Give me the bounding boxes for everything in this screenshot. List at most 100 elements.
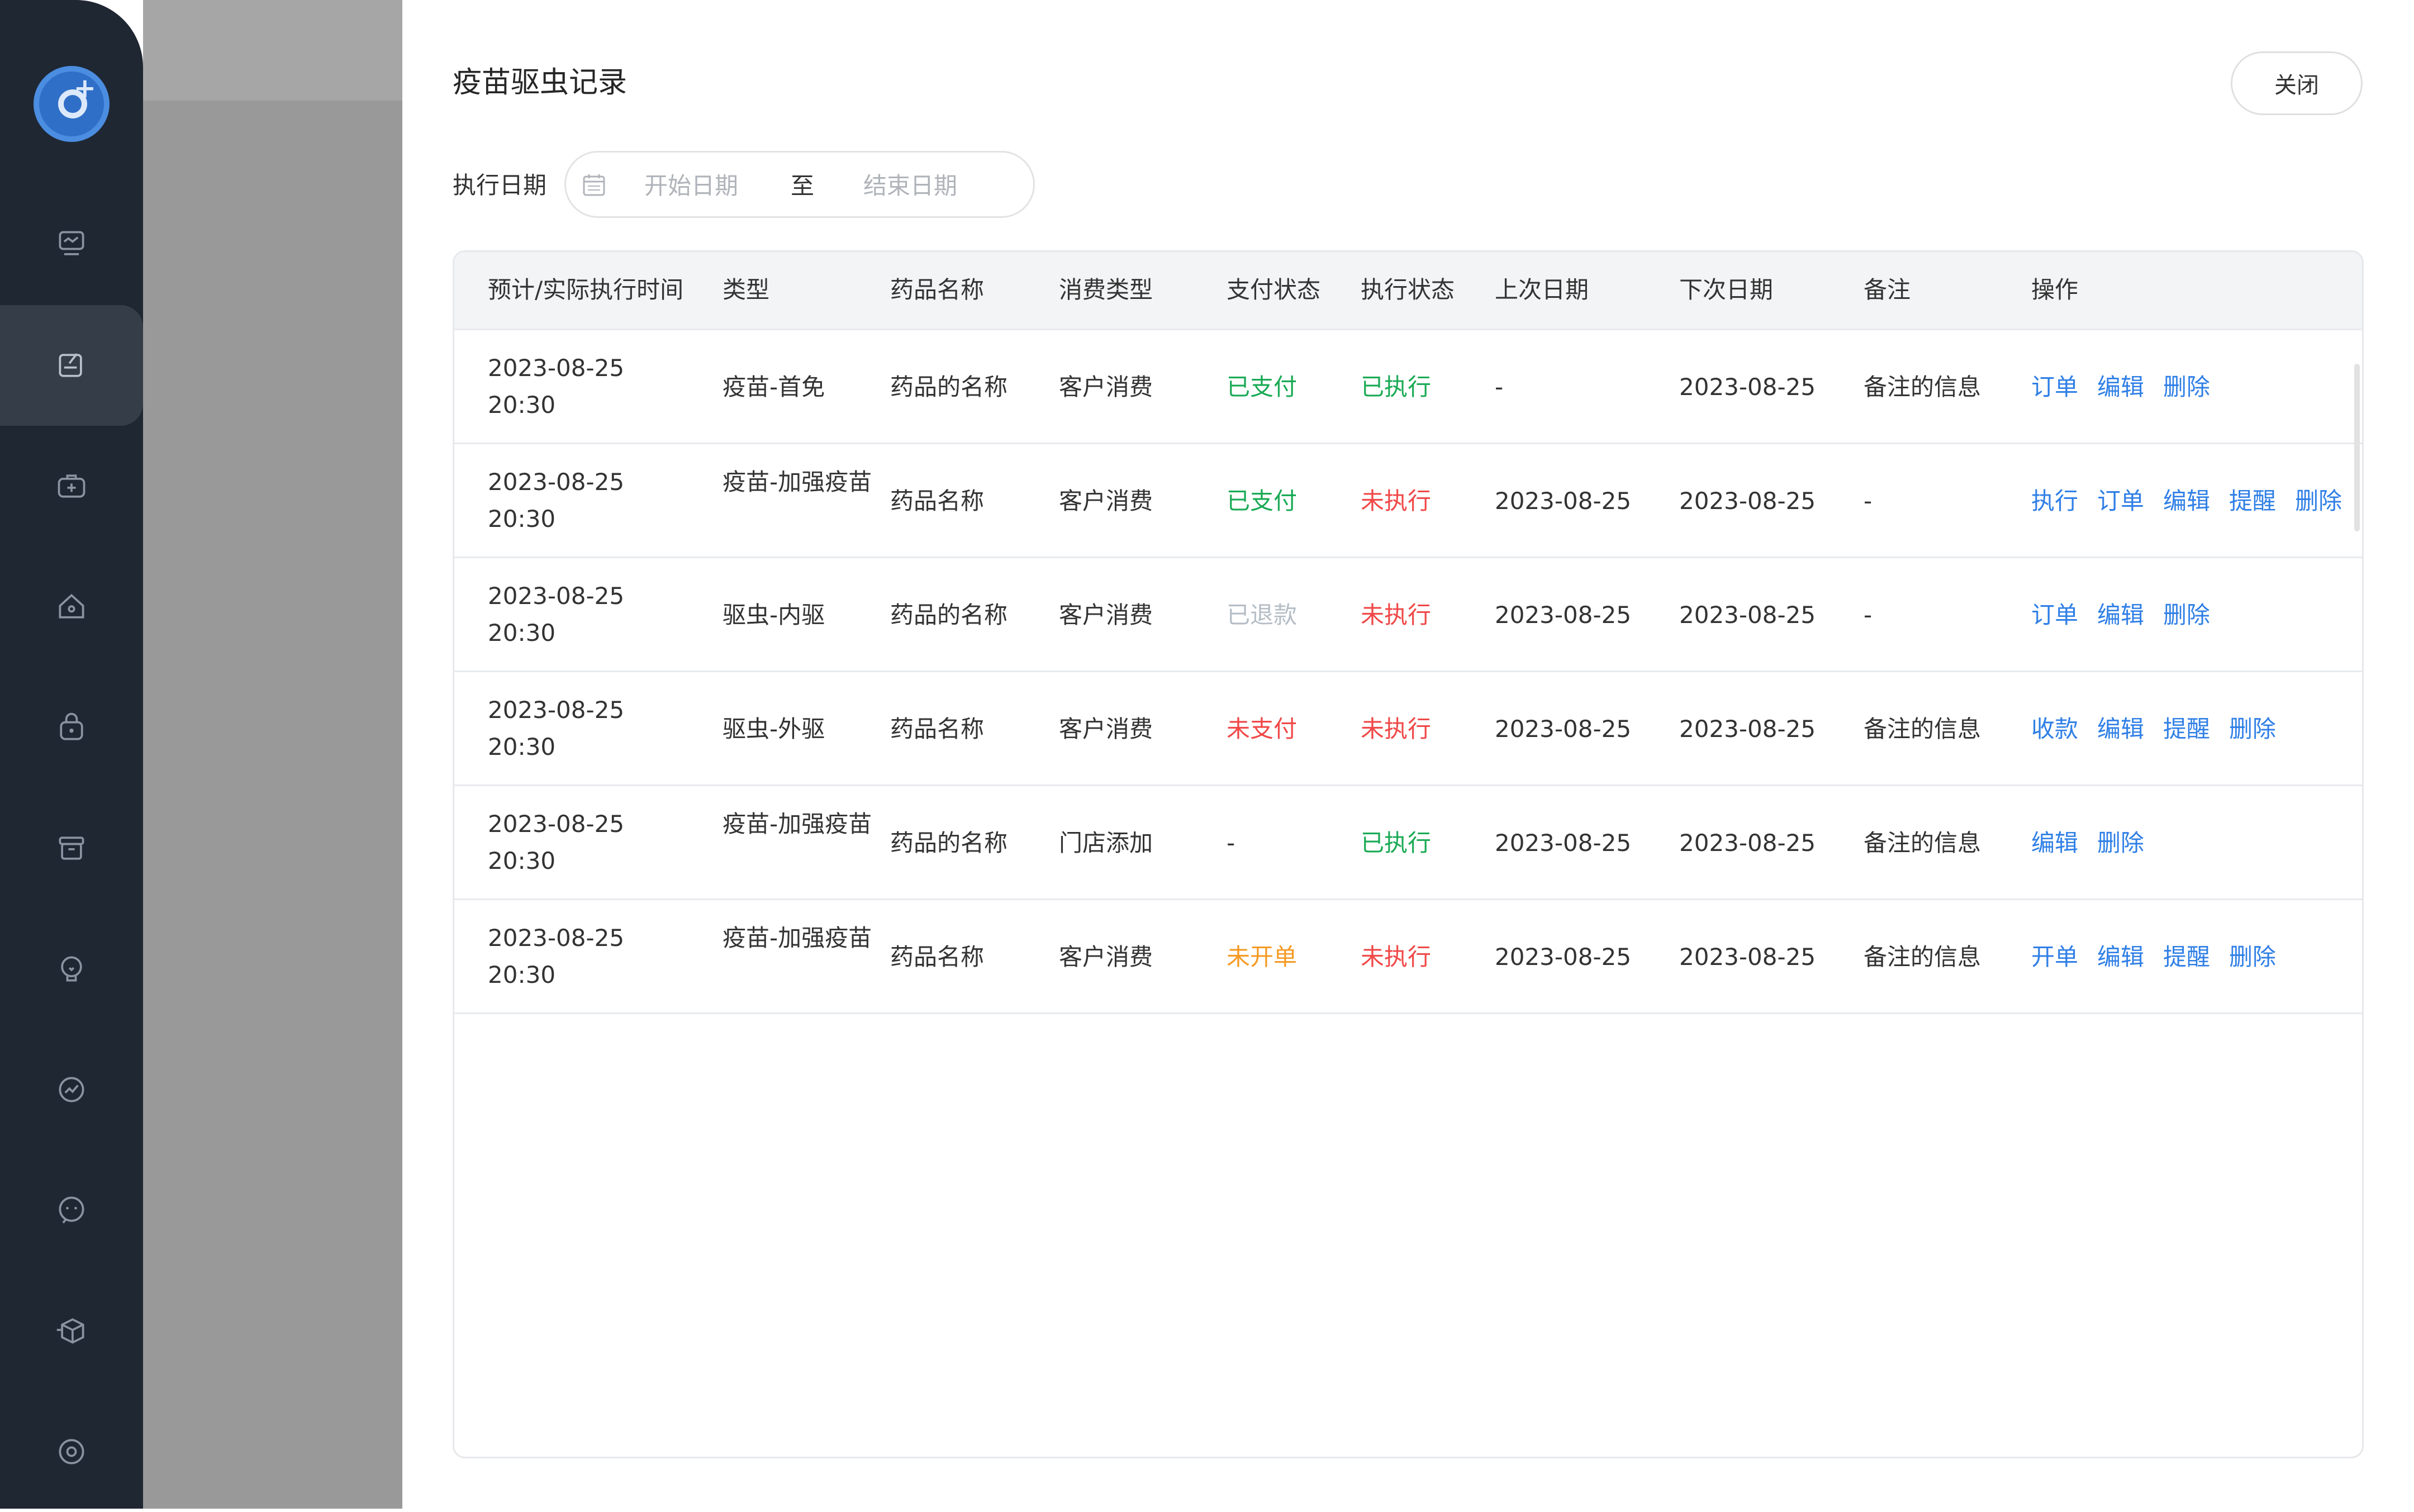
sidebar-item-idea[interactable] bbox=[0, 909, 143, 1029]
execution-time: 20:30 bbox=[488, 619, 556, 646]
calendar-icon bbox=[583, 174, 605, 196]
cell-note: - bbox=[1864, 487, 1873, 515]
sidebar-item-shopping-bag[interactable] bbox=[0, 667, 143, 788]
records-table: 预计/实际执行时间 类型 药品名称 消费类型 支付状态 执行状态 上次日期 下次… bbox=[453, 250, 2364, 1458]
cell-last-date: 2023-08-25 bbox=[1495, 715, 1632, 743]
start-date-input[interactable]: 开始日期 bbox=[644, 168, 738, 204]
cell-exec-status: 未执行 bbox=[1361, 601, 1432, 629]
date-range-picker[interactable]: 开始日期 至 结束日期 bbox=[564, 151, 1035, 218]
cell-type: 驱虫-内驱 bbox=[723, 601, 825, 629]
header-pay: 支付状态 bbox=[1227, 276, 1321, 303]
cell-exec-status: 已执行 bbox=[1361, 373, 1432, 401]
action-link[interactable]: 编辑 bbox=[2163, 487, 2210, 515]
sidebar-item-delivery-box[interactable] bbox=[0, 1271, 143, 1391]
execution-time: 20:30 bbox=[488, 505, 556, 532]
header-type: 类型 bbox=[723, 276, 770, 303]
action-link[interactable]: 订单 bbox=[2031, 601, 2078, 629]
cell-next-date: 2023-08-25 bbox=[1679, 829, 1816, 857]
cell-actions: 开单 编辑 提醒 删除 bbox=[2031, 939, 2295, 976]
chat-icon bbox=[59, 1196, 84, 1224]
sidebar-item-chat[interactable] bbox=[0, 1150, 143, 1271]
delivery-box-icon bbox=[56, 1318, 84, 1344]
execution-date: 2023-08-25 bbox=[488, 354, 625, 382]
action-link[interactable]: 删除 bbox=[2229, 943, 2276, 971]
cell-consume-type: 客户消费 bbox=[1059, 601, 1153, 629]
cell-execution-time: 2023-08-25 20:30 bbox=[488, 464, 624, 538]
action-link[interactable]: 执行 bbox=[2031, 487, 2078, 515]
sidebar-item-monitor[interactable] bbox=[0, 184, 143, 305]
cell-note: 备注的信息 bbox=[1864, 715, 1981, 743]
action-link[interactable]: 删除 bbox=[2163, 601, 2210, 629]
close-button[interactable]: 关闭 bbox=[2231, 51, 2363, 115]
sidebar-item-archive-box[interactable] bbox=[0, 788, 143, 909]
cell-type: 疫苗-加强疫苗 bbox=[723, 468, 872, 496]
execution-time: 20:30 bbox=[488, 847, 556, 874]
end-date-input[interactable]: 结束日期 bbox=[863, 168, 957, 204]
cell-consume-type: 门店添加 bbox=[1059, 829, 1153, 857]
action-link[interactable]: 收款 bbox=[2031, 715, 2078, 743]
cell-type: 驱虫-外驱 bbox=[723, 715, 825, 743]
vaccine-deworming-modal: 疫苗驱虫记录 关闭 执行日期 开始日期 至 结束日期 预计/实际执行时间 类型 … bbox=[402, 0, 2414, 1509]
action-link[interactable]: 删除 bbox=[2097, 829, 2144, 857]
table-scrollbar[interactable] bbox=[2354, 364, 2360, 531]
cell-next-date: 2023-08-25 bbox=[1679, 943, 1816, 971]
cell-actions: 订单 编辑 删除 bbox=[2031, 597, 2229, 634]
action-link[interactable]: 删除 bbox=[2229, 715, 2276, 743]
table-row: 2023-08-25 20:30 驱虫-外驱 药品名称 客户消费 未支付 未执行 2023-0… bbox=[454, 672, 2362, 786]
cell-consume-type: 客户消费 bbox=[1059, 373, 1153, 401]
cell-drug: 药品的名称 bbox=[890, 829, 1008, 857]
action-link[interactable]: 提醒 bbox=[2229, 487, 2276, 515]
execution-time: 20:30 bbox=[488, 961, 556, 988]
modal-title: 疫苗驱虫记录 bbox=[453, 66, 628, 99]
action-link[interactable]: 编辑 bbox=[2031, 829, 2078, 857]
action-link[interactable]: 编辑 bbox=[2097, 715, 2144, 743]
sidebar-item-record-edit[interactable] bbox=[0, 305, 143, 426]
action-link[interactable]: 提醒 bbox=[2163, 715, 2210, 743]
background-overlay bbox=[143, 0, 402, 1509]
table-row: 2023-08-25 20:30 疫苗-加强疫苗 药品的名称 门店添加 - 已执行 2023-… bbox=[454, 786, 2362, 900]
cell-drug: 药品的名称 bbox=[890, 601, 1008, 629]
cell-exec-status: 未执行 bbox=[1361, 943, 1432, 971]
sidebar-item-settings[interactable] bbox=[0, 1391, 143, 1512]
header-note: 备注 bbox=[1864, 276, 1911, 303]
header-next: 下次日期 bbox=[1679, 276, 1774, 303]
cell-exec-status: 未执行 bbox=[1361, 487, 1432, 515]
sidebar-item-trend-chart[interactable] bbox=[0, 1029, 143, 1150]
table-row: 2023-08-25 20:30 疫苗-首免 药品的名称 客户消费 已支付 已执行 - 2023… bbox=[454, 330, 2362, 444]
cell-last-date: 2023-08-25 bbox=[1495, 487, 1632, 515]
execution-date-label: 执行日期 bbox=[453, 172, 547, 199]
action-link[interactable]: 订单 bbox=[2031, 373, 2078, 401]
action-link[interactable]: 编辑 bbox=[2097, 943, 2144, 971]
cell-drug: 药品的名称 bbox=[890, 373, 1008, 401]
sidebar-item-medical-kit[interactable] bbox=[0, 426, 143, 546]
cell-exec-status: 已执行 bbox=[1361, 829, 1432, 857]
cell-note: 备注的信息 bbox=[1864, 943, 1981, 971]
action-link[interactable]: 开单 bbox=[2031, 943, 2078, 971]
action-link[interactable]: 编辑 bbox=[2097, 601, 2144, 629]
action-link[interactable]: 提醒 bbox=[2163, 943, 2210, 971]
date-separator: 至 bbox=[791, 172, 815, 199]
medical-kit-icon bbox=[58, 474, 85, 498]
execution-date: 2023-08-25 bbox=[488, 696, 625, 724]
action-link[interactable]: 编辑 bbox=[2097, 373, 2144, 401]
cell-next-date: 2023-08-25 bbox=[1679, 373, 1816, 401]
execution-time: 20:30 bbox=[488, 391, 556, 419]
cell-pay-status: 已支付 bbox=[1227, 487, 1298, 515]
execution-date: 2023-08-25 bbox=[488, 468, 625, 496]
table-header: 预计/实际执行时间 类型 药品名称 消费类型 支付状态 执行状态 上次日期 下次… bbox=[454, 252, 2362, 330]
cell-pay-status: 未支付 bbox=[1227, 715, 1298, 743]
action-link[interactable]: 删除 bbox=[2163, 373, 2210, 401]
logo[interactable]: + bbox=[34, 66, 110, 142]
sidebar-item-home[interactable] bbox=[0, 546, 143, 667]
action-link[interactable]: 删除 bbox=[2295, 487, 2342, 515]
action-link[interactable]: 订单 bbox=[2097, 487, 2144, 515]
shopping-bag-icon bbox=[60, 712, 83, 740]
cell-next-date: 2023-08-25 bbox=[1679, 487, 1816, 515]
header-exec: 执行状态 bbox=[1361, 276, 1455, 303]
cell-next-date: 2023-08-25 bbox=[1679, 715, 1816, 743]
sidebar: + bbox=[0, 0, 143, 1509]
cell-drug: 药品名称 bbox=[890, 943, 985, 971]
header-actions: 操作 bbox=[2031, 276, 2079, 303]
home-icon bbox=[59, 593, 84, 619]
cell-last-date: - bbox=[1495, 373, 1504, 401]
